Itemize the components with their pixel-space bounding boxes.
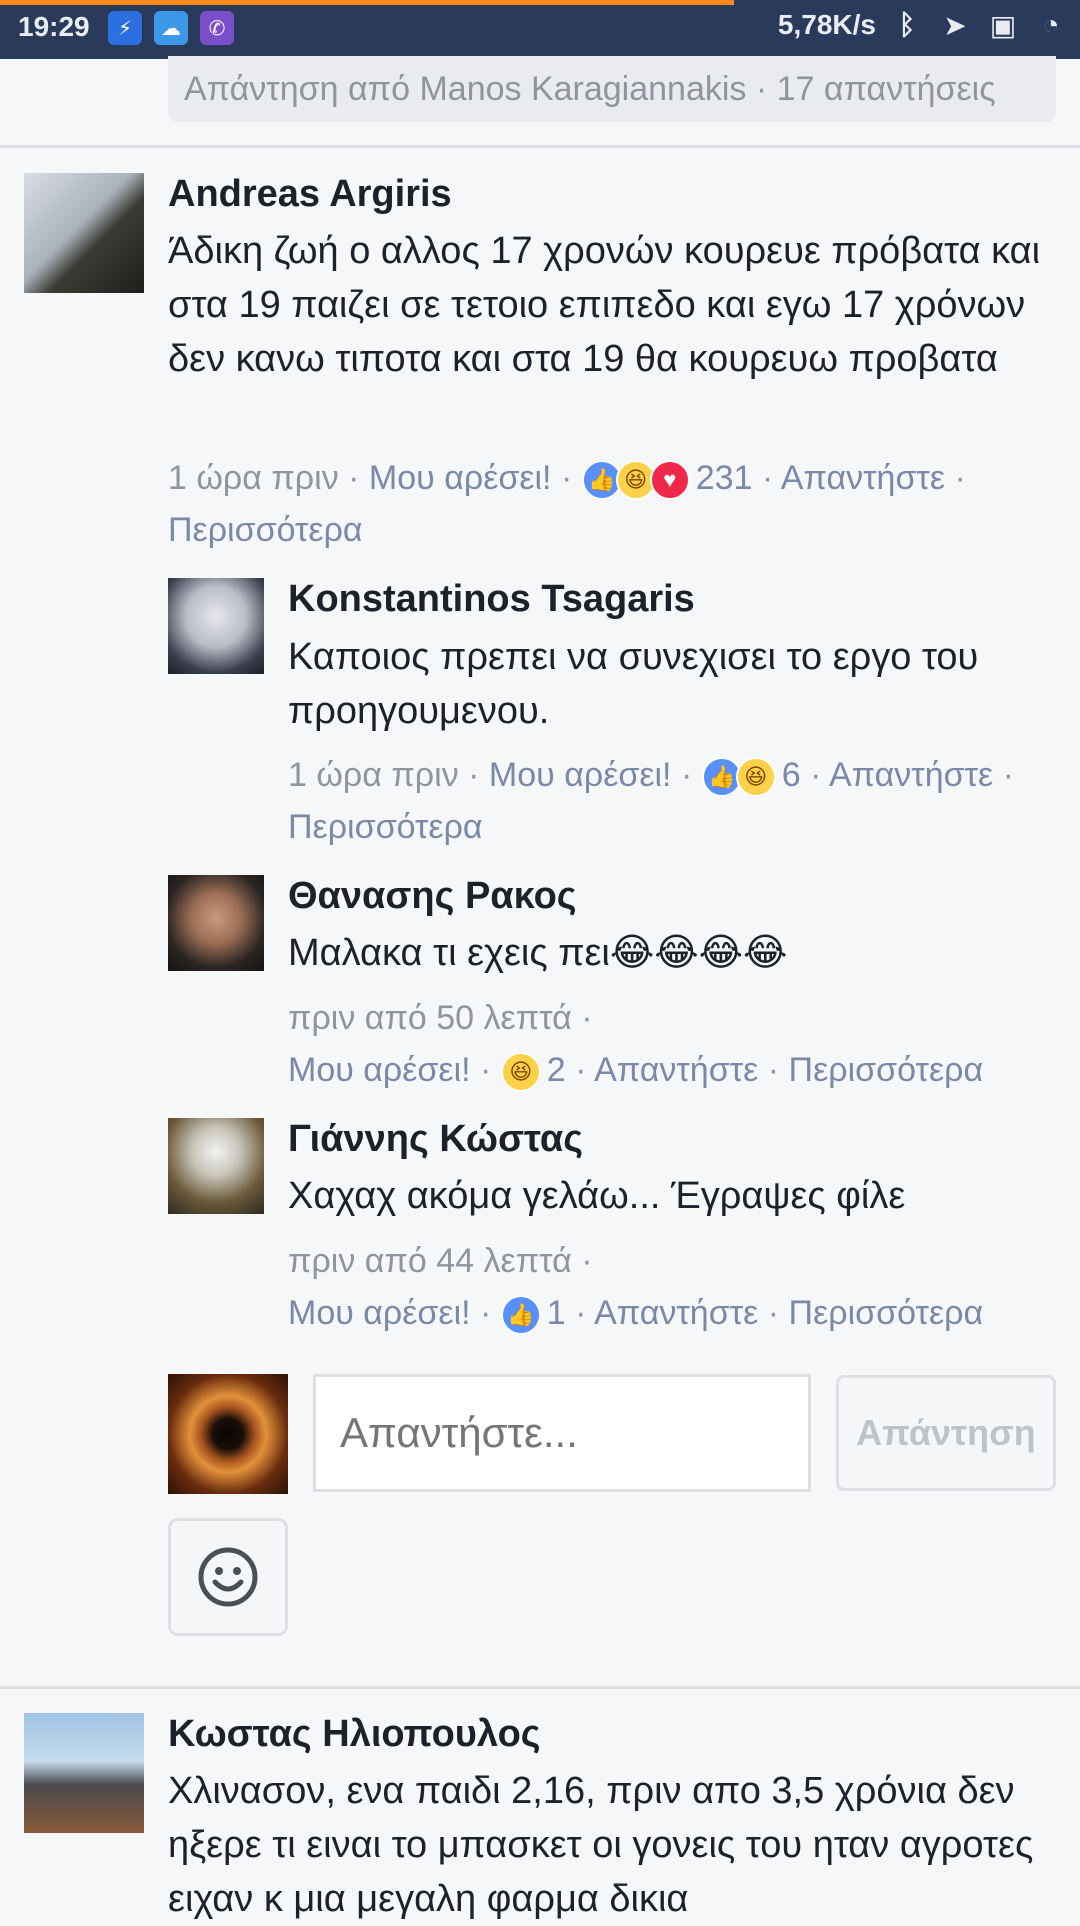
reply-input[interactable] [313,1374,811,1492]
comment-author[interactable]: Γιάννης Κώστας [288,1118,583,1161]
comment-text: Χλινασον, ενα παιδι 2,16, πριν απο 3,5 χ… [168,1770,1034,1920]
reaction-count[interactable]: 6 [782,756,801,794]
comment-meta: 1 ώρα πριν · Μου αρέσει! · 👍 😆 6 · Απαντή… [288,756,1014,846]
reply-link[interactable]: Απαντήστε [829,756,993,794]
nfc-icon: ▣ [989,9,1017,41]
comment-time[interactable]: 1 ώρα πριν [288,756,459,794]
like-button[interactable]: Μου αρέσει! [369,459,552,497]
current-user-avatar [168,1374,288,1494]
comment-time[interactable]: πριν από 44 λεπτά [288,1242,572,1280]
reaction-count[interactable]: 1 [547,1294,566,1332]
avatar[interactable] [168,1118,264,1214]
comment-time[interactable]: 1 ώρα πριν [168,459,339,497]
location-icon: ➤ [943,9,967,41]
comment-meta: πριν από 44 λεπτά · Μου αρέσει! · 👍 1 · … [288,1235,1058,1339]
more-link[interactable]: Περισσότερα [789,1051,984,1089]
reaction-summary[interactable]: 😆 [500,1052,541,1093]
reply-link[interactable]: Απαντήστε [781,459,945,497]
more-replies-text: Απάντηση από Manos Karagiannakis · 17 απ… [184,69,996,108]
like-reaction-icon: 👍 [500,1295,541,1336]
like-button[interactable]: Μου αρέσει! [288,1294,471,1332]
status-right: 5,78K/s ᛒ ➤ ▣ ◔ [778,8,1068,42]
messenger-icon: ⚡ [108,11,142,45]
viber-icon: ✆ [200,11,234,45]
status-app-icons: ⚡ ☁ ✆ [108,11,234,45]
network-speed: 5,78K/s [777,9,876,40]
reaction-summary[interactable]: 👍 😆 ♥ [581,460,690,501]
tears-of-joy-emoji: 😂😂😂😂 [609,932,788,974]
status-time: 19:29 [18,11,90,42]
comment-text-body: Μαλακα τι εχεις πει [288,932,610,974]
status-bar: 19:29 ⚡ ☁ ✆ 5,78K/s ᛒ ➤ ▣ ◔ [0,0,1080,59]
avatar[interactable] [168,578,264,674]
bluetooth-icon: ᛒ [898,9,916,40]
reaction-summary[interactable]: 👍 😆 [701,757,776,798]
more-link[interactable]: Περισσότερα [168,511,363,549]
divider [0,145,1080,148]
comment-meta: 1 ώρα πριν · Μου αρέσει! · 👍 😆 ♥ 231 · Απα… [168,459,966,549]
comment-author[interactable]: Θανασης Ρακος [288,875,577,918]
comment-author[interactable]: Κωστας Ηλιοπουλος [168,1713,541,1756]
comment-time[interactable]: πριν από 50 λεπτά [288,999,572,1037]
comment-author[interactable]: Konstantinos Tsagaris [288,578,695,621]
reply-link[interactable]: Απαντήστε [594,1051,758,1089]
like-button[interactable]: Μου αρέσει! [288,1051,471,1089]
comment-text: Μαλακα τι εχεις πει😂😂😂😂 [288,926,1048,980]
haha-reaction-icon: 😆 [500,1052,541,1093]
comment-author[interactable]: Andreas Argiris [168,173,452,216]
comment-text: Χαχαχ ακόμα γελάω... Έγραψες φίλε [288,1175,906,1217]
avatar[interactable] [168,875,264,971]
avatar[interactable] [24,1713,144,1833]
more-replies-link[interactable]: Απάντηση από Manos Karagiannakis · 17 απ… [168,56,1056,122]
comment-text: Άδικη ζωή ο αλλος 17 χρονών κουρευε πρόβ… [168,230,1041,380]
comment-text: Καποιος πρεπει να συνεχισει το εργο του … [288,636,979,732]
love-reaction-icon: ♥ [649,460,690,501]
like-button[interactable]: Μου αρέσει! [489,756,672,794]
haha-reaction-icon: 😆 [735,757,776,798]
page-loading-progress [0,0,735,5]
reaction-count[interactable]: 231 [696,459,753,497]
avatar[interactable] [24,173,144,293]
comment-meta: πριν από 50 λεπτά · Μου αρέσει! · 😆 2 · … [288,992,1058,1096]
sync-icon: ◔ [1042,9,1060,40]
smiley-icon [198,1547,258,1607]
more-link[interactable]: Περισσότερα [789,1294,984,1332]
weather-icon: ☁ [154,11,188,45]
reply-link[interactable]: Απαντήστε [594,1294,758,1332]
reply-submit-button[interactable]: Απάντηση [836,1375,1056,1491]
more-link[interactable]: Περισσότερα [288,808,483,846]
emoji-button[interactable] [168,1518,288,1636]
divider [0,1686,1080,1689]
reaction-summary[interactable]: 👍 [500,1295,541,1336]
reaction-count[interactable]: 2 [547,1051,566,1089]
